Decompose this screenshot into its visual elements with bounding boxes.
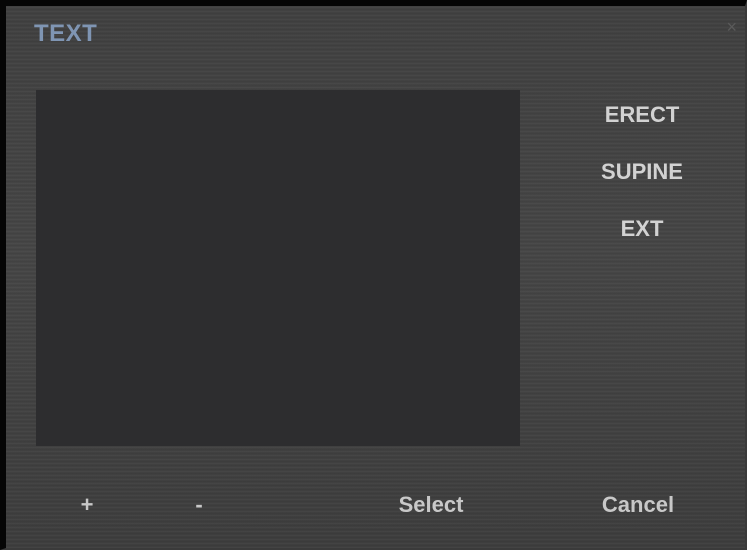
close-icon[interactable]: × bbox=[726, 18, 737, 36]
text-dialog: TEXT × ERECT SUPINE EXT + - Select Cance… bbox=[0, 0, 747, 550]
select-button[interactable]: Select bbox=[376, 492, 486, 518]
option-ext[interactable]: EXT bbox=[572, 216, 712, 242]
option-erect[interactable]: ERECT bbox=[572, 102, 712, 128]
dialog-title: TEXT bbox=[34, 20, 98, 47]
text-list[interactable] bbox=[36, 90, 520, 446]
cancel-button[interactable]: Cancel bbox=[578, 492, 698, 518]
add-button[interactable]: + bbox=[72, 492, 102, 518]
remove-button[interactable]: - bbox=[184, 492, 214, 518]
option-supine[interactable]: SUPINE bbox=[572, 159, 712, 185]
